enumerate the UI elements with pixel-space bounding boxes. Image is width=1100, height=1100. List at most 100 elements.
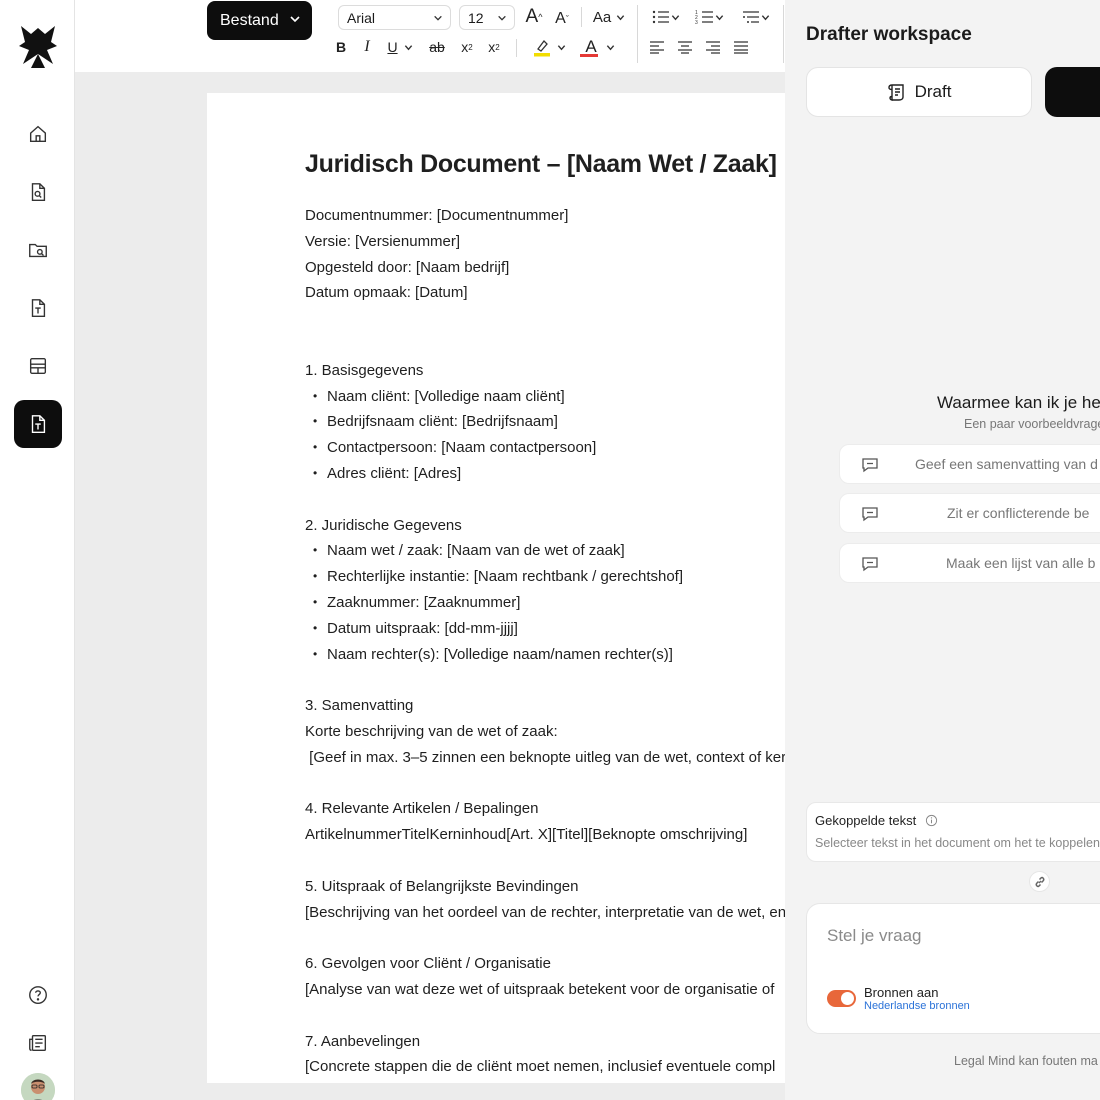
meta-line: Versie: [Versienummer] xyxy=(305,232,461,250)
underline-label: U xyxy=(387,39,398,55)
sources-toggle[interactable] xyxy=(827,990,856,1007)
underline-button[interactable]: U xyxy=(384,37,416,57)
linked-text-box[interactable]: Gekoppelde tekst Selecteer tekst in het … xyxy=(806,802,1100,862)
left-rail xyxy=(0,0,75,1100)
italic-label: I xyxy=(364,38,370,55)
sources-link[interactable]: Nederlandse bronnen xyxy=(864,1000,970,1012)
bold-label: B xyxy=(335,39,347,55)
link-icon xyxy=(1035,876,1044,887)
chevron-down-icon xyxy=(404,44,412,50)
section-heading: 1. Basisgegevens xyxy=(305,361,424,379)
paragraph: [Analyse van wat deze wet of uitspraak b… xyxy=(305,980,775,998)
change-case-button[interactable]: Aa xyxy=(590,7,628,27)
document-title: Juridisch Document – [Naam Wet / Zaak] xyxy=(305,150,777,178)
chevron-down-icon xyxy=(434,15,442,21)
multilevel-list-button[interactable] xyxy=(737,6,773,28)
font-size-value: 12 xyxy=(468,9,484,26)
subscript-button[interactable]: x2 xyxy=(458,37,476,57)
list-item: Rechterlijke instantie: [Naam rechtbank … xyxy=(305,564,785,590)
help-icon xyxy=(29,986,47,1004)
superscript-index: 2 xyxy=(495,42,500,52)
chat-bubble-icon xyxy=(862,557,878,572)
secondary-mode-button[interactable] xyxy=(1045,67,1100,117)
list-item: Contactpersoon: [Naam contactpersoon] xyxy=(305,435,785,461)
section-heading: 7. Aanbevelingen xyxy=(305,1032,421,1050)
toolbar-divider xyxy=(581,7,582,27)
numbered-list-button[interactable]: 123 xyxy=(692,6,726,28)
nav-text-document-button[interactable] xyxy=(14,284,62,332)
align-justify-button[interactable] xyxy=(732,38,750,56)
nav-folder-search-button[interactable] xyxy=(14,226,62,274)
editor-toolbar: Bestand Arial 12 A^ Aˇ Aa 123 B I U ab xyxy=(75,0,785,72)
assistant-question-title: Waarmee kan ik je he xyxy=(937,393,1100,412)
document-page[interactable]: Juridisch Document – [Naam Wet / Zaak] D… xyxy=(207,93,785,1083)
font-color-button[interactable]: A xyxy=(578,36,618,58)
multilevel-list-icon xyxy=(742,11,759,23)
link-button[interactable] xyxy=(1029,871,1050,892)
toolbar-divider xyxy=(516,39,517,57)
align-right-button[interactable] xyxy=(704,38,722,56)
file-menu-button[interactable]: Bestand xyxy=(207,1,312,40)
align-center-button[interactable] xyxy=(676,38,694,56)
chevron-down-icon xyxy=(715,14,723,20)
drafter-document-icon xyxy=(31,415,46,433)
list-item: Datum uitspraak: [dd-mm-jjjj] xyxy=(305,616,785,642)
align-justify-icon xyxy=(734,41,748,54)
linked-text-hint: Selecteer tekst in het document om het t… xyxy=(815,836,1100,850)
file-menu-label: Bestand xyxy=(220,11,279,29)
section-heading: 3. Samenvatting xyxy=(305,697,414,715)
shrink-font-label: A xyxy=(555,10,566,27)
nav-table-button[interactable] xyxy=(14,342,62,390)
nav-document-search-button[interactable] xyxy=(14,168,62,216)
change-case-label: Aa xyxy=(592,8,612,26)
bold-button[interactable]: B xyxy=(333,37,349,57)
scroll-document-icon xyxy=(887,84,904,101)
drafter-panel: Drafter workspace Draft Waarmee kan ik j… xyxy=(785,0,1100,1100)
list-item: Adres cliënt: [Adres] xyxy=(305,461,785,487)
shrink-font-button[interactable]: Aˇ xyxy=(552,8,572,30)
align-left-button[interactable] xyxy=(648,38,666,56)
suggestion-chip[interactable]: Zit er conflicterende be xyxy=(839,493,1100,533)
linked-text-title: Gekoppelde tekst xyxy=(815,813,917,828)
subscript-label: x xyxy=(461,39,469,55)
superscript-button[interactable]: x2 xyxy=(485,37,503,57)
bullet-list-icon xyxy=(652,10,669,24)
suggestion-chip[interactable]: Maak een lijst van alle b xyxy=(839,543,1100,583)
list-item: Zaaknummer: [Zaaknummer] xyxy=(305,590,785,616)
user-avatar[interactable] xyxy=(21,1073,55,1100)
info-icon[interactable] xyxy=(925,814,938,827)
svg-text:3: 3 xyxy=(695,20,698,26)
brand-logo-icon[interactable] xyxy=(17,24,59,70)
nav-home-button[interactable] xyxy=(14,110,62,158)
disclaimer-note: Legal Mind kan fouten ma xyxy=(954,1054,1098,1068)
draft-mode-button[interactable]: Draft xyxy=(806,67,1032,117)
section-heading: 5. Uitspraak of Belangrijkste Bevindinge… xyxy=(305,877,579,895)
document-body[interactable]: Juridisch Document – [Naam Wet / Zaak] D… xyxy=(305,149,785,1080)
question-input[interactable] xyxy=(827,926,1100,946)
question-composer: Bronnen aan Nederlandse bronnen xyxy=(806,903,1100,1034)
align-right-icon xyxy=(706,41,720,54)
grow-font-button[interactable]: A ^ xyxy=(524,6,544,28)
section-heading: 6. Gevolgen voor Cliënt / Organisatie xyxy=(305,955,551,973)
text-document-icon xyxy=(31,299,46,317)
help-button[interactable] xyxy=(14,971,62,1019)
highlight-color-button[interactable] xyxy=(529,36,569,58)
font-family-select[interactable]: Arial xyxy=(338,5,451,30)
font-size-select[interactable]: 12 xyxy=(459,5,515,30)
nav-drafter-button[interactable] xyxy=(14,400,62,448)
subscript-index: 2 xyxy=(468,42,473,52)
list-item: Naam cliënt: [Volledige naam cliënt] xyxy=(305,384,785,410)
news-button[interactable] xyxy=(14,1019,62,1067)
home-icon xyxy=(29,125,47,143)
toolbar-divider xyxy=(637,5,638,63)
strikethrough-button[interactable]: ab xyxy=(426,37,448,57)
section-heading: 2. Juridische Gegevens xyxy=(305,516,462,534)
chevron-down-icon xyxy=(761,14,769,20)
numbered-list-icon: 123 xyxy=(695,10,713,26)
suggestion-text: Geef een samenvatting van d xyxy=(915,456,1098,472)
suggestion-chip[interactable]: Geef een samenvatting van d xyxy=(839,444,1100,484)
bullet-list-button[interactable] xyxy=(648,6,682,28)
italic-button[interactable]: I xyxy=(359,37,375,57)
suggestion-text: Maak een lijst van alle b xyxy=(946,555,1096,571)
font-family-value: Arial xyxy=(347,9,376,26)
